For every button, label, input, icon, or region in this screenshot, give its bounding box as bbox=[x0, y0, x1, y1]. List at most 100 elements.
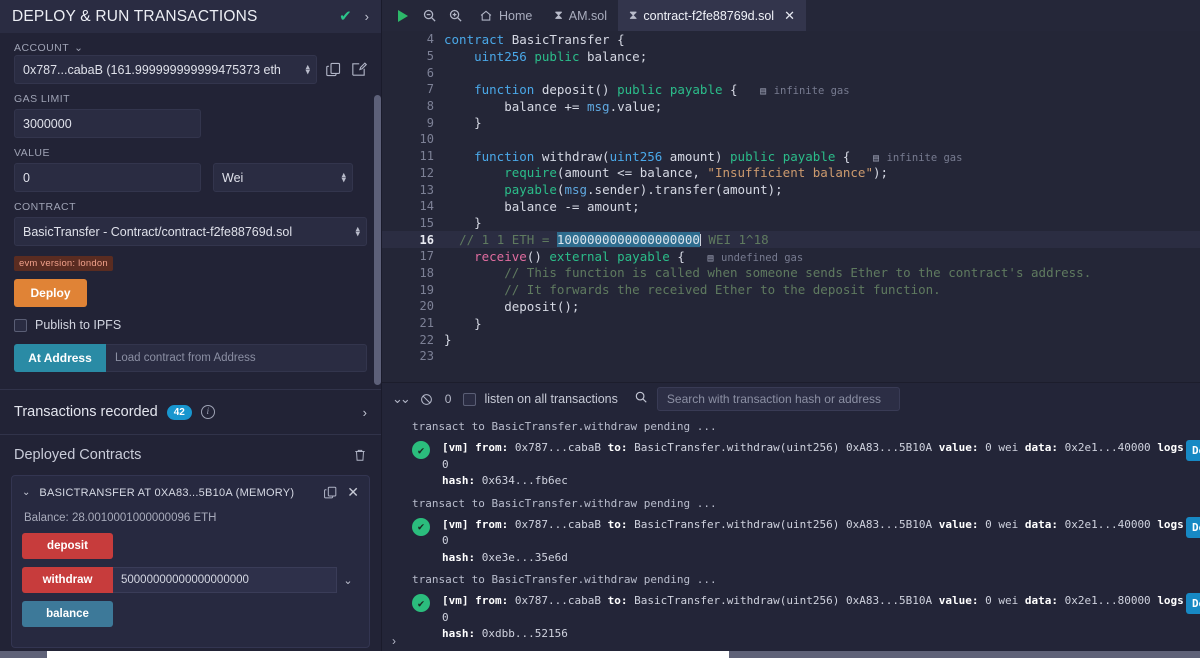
listen-all-transactions-row[interactable]: listen on all transactions bbox=[463, 392, 618, 406]
zoom-in-icon[interactable] bbox=[442, 0, 468, 31]
line-number: 6 bbox=[426, 65, 434, 80]
stepper-icon: ▴ ▾ bbox=[341, 168, 346, 185]
line-number: 20 bbox=[419, 299, 434, 314]
transaction-details: [vm] from: 0x787...cabaB to: BasicTransf… bbox=[442, 517, 1191, 564]
pending-count: 0 bbox=[444, 392, 452, 406]
value-unit-select[interactable]: Wei bbox=[213, 163, 353, 192]
code-editor[interactable]: 4 contract BasicTransfer {5 uint256 publi… bbox=[382, 31, 1200, 382]
clear-console-icon[interactable] bbox=[420, 393, 433, 406]
terminal-search-input[interactable]: Search with transaction hash or address bbox=[656, 387, 900, 411]
code-line[interactable]: 8 balance += msg.value; bbox=[382, 98, 1200, 115]
line-number: 16 bbox=[419, 232, 434, 247]
copy-icon[interactable] bbox=[325, 61, 342, 78]
code-text: deposit(); bbox=[444, 298, 580, 314]
code-line[interactable]: 18 // This function is called when someo… bbox=[382, 265, 1200, 282]
close-icon[interactable]: ✕ bbox=[784, 8, 795, 24]
chevron-right-icon[interactable]: › bbox=[365, 10, 369, 23]
contract-select[interactable]: BasicTransfer - Contract/contract-f2fe88… bbox=[14, 217, 367, 246]
value-input[interactable]: 0 bbox=[14, 163, 201, 192]
solidity-icon: ⧗ bbox=[628, 8, 638, 22]
info-icon[interactable]: i bbox=[200, 405, 215, 419]
code-line[interactable]: 17 receive() external payable { ▤ undefi… bbox=[382, 248, 1200, 265]
zoom-out-icon[interactable] bbox=[416, 0, 442, 31]
copy-icon[interactable] bbox=[323, 485, 338, 500]
code-line[interactable]: 23 bbox=[382, 348, 1200, 365]
code-line[interactable]: 12 require(amount <= balance, "Insuffici… bbox=[382, 165, 1200, 182]
terminal-log-line: transact to BasicTransfer.withdraw pendi… bbox=[412, 420, 717, 433]
publish-ipfs-row[interactable]: Publish to IPFS bbox=[14, 318, 367, 332]
chevron-down-icon[interactable]: ⌄ bbox=[22, 487, 30, 498]
code-line[interactable]: 10 bbox=[382, 131, 1200, 148]
publish-ipfs-checkbox[interactable] bbox=[14, 318, 27, 332]
code-line[interactable]: 22} bbox=[382, 331, 1200, 348]
panel-header: DEPLOY & RUN TRANSACTIONS ✔ › bbox=[0, 0, 381, 33]
at-address-button[interactable]: At Address bbox=[14, 344, 106, 372]
edit-icon[interactable] bbox=[350, 61, 367, 78]
horizontal-scrollbar-thumb[interactable] bbox=[47, 651, 729, 658]
code-line[interactable]: 16 // 1 1 ETH = 1000000000000000000 WEI … bbox=[382, 231, 1200, 248]
code-line[interactable]: 6 bbox=[382, 64, 1200, 81]
line-number: 7 bbox=[426, 82, 434, 97]
listen-all-checkbox[interactable] bbox=[463, 392, 477, 406]
contract-balance: Balance: 28.0010001000000096 ETH bbox=[24, 512, 217, 524]
code-line[interactable]: 4 contract BasicTransfer { bbox=[382, 31, 1200, 48]
deployed-contracts-label: Deployed Contracts bbox=[14, 447, 142, 463]
chevron-down-icon[interactable]: ⌄ bbox=[337, 567, 359, 593]
stepper-icon: ▴ ▾ bbox=[305, 60, 310, 77]
transactions-recorded-row[interactable]: Transactions recorded 42 i › bbox=[0, 390, 381, 434]
code-line[interactable]: 11 function withdraw(uint256 amount) pub… bbox=[382, 148, 1200, 165]
horizontal-scrollbar-track[interactable] bbox=[0, 651, 1200, 658]
at-address-input[interactable]: Load contract from Address bbox=[106, 344, 367, 372]
code-line[interactable]: 13 payable(msg.sender).transfer(amount); bbox=[382, 181, 1200, 198]
terminal-toolbar: ⌄⌄ 0 listen on all transactions Search w… bbox=[382, 383, 1200, 415]
tab-contract-sol[interactable]: ⧗ contract-f2fe88769d.sol ✕ bbox=[617, 0, 806, 31]
debug-button[interactable]: Debug bbox=[1186, 593, 1200, 614]
deposit-button[interactable]: deposit bbox=[22, 533, 113, 559]
code-text: balance -= amount; bbox=[444, 198, 640, 214]
deploy-button[interactable]: Deploy bbox=[14, 279, 87, 307]
code-line[interactable]: 20 deposit(); bbox=[382, 298, 1200, 315]
terminal-log[interactable]: transact to BasicTransfer.withdraw pendi… bbox=[382, 415, 1200, 658]
close-icon[interactable]: ✕ bbox=[347, 484, 359, 501]
account-select[interactable]: 0x787...cabaB (161.999999999999475373 et… bbox=[14, 55, 317, 84]
code-line[interactable]: 9 } bbox=[382, 114, 1200, 131]
tab-home[interactable]: Home bbox=[468, 0, 543, 31]
function-row-balance: balance bbox=[22, 601, 359, 627]
code-line[interactable]: 5 uint256 public balance; bbox=[382, 48, 1200, 65]
value-label: VALUE bbox=[14, 147, 50, 159]
code-text: } bbox=[444, 332, 452, 348]
code-line[interactable]: 15 } bbox=[382, 215, 1200, 232]
search-icon[interactable] bbox=[634, 390, 648, 409]
chevron-right-icon[interactable]: › bbox=[363, 406, 367, 419]
code-line[interactable]: 7 function deposit() public payable { ▤ … bbox=[382, 81, 1200, 98]
line-number: 18 bbox=[419, 265, 434, 280]
code-text: require(amount <= balance, "Insufficient… bbox=[504, 165, 889, 181]
code-text: uint256 public balance; bbox=[474, 48, 648, 64]
terminal-log-line: transact to BasicTransfer.withdraw pendi… bbox=[412, 573, 717, 586]
trash-icon[interactable] bbox=[353, 448, 367, 462]
code-line[interactable]: 19 // It forwards the received Ether to … bbox=[382, 281, 1200, 298]
check-icon[interactable]: ✔ bbox=[339, 9, 352, 24]
line-number: 22 bbox=[419, 332, 434, 347]
gas-limit-input[interactable]: 3000000 bbox=[14, 109, 201, 138]
tab-home-label: Home bbox=[499, 8, 533, 23]
terminal-transaction-entry[interactable]: ✔ [vm] from: 0x787...cabaB to: BasicTrans… bbox=[382, 513, 1200, 571]
withdraw-button[interactable]: withdraw bbox=[22, 567, 113, 593]
debug-button[interactable]: Debug bbox=[1186, 440, 1200, 461]
terminal-transaction-entry[interactable]: ✔ [vm] from: 0x787...cabaB to: BasicTrans… bbox=[382, 589, 1200, 647]
sidebar-scrollbar[interactable] bbox=[374, 95, 381, 385]
code-line[interactable]: 21 } bbox=[382, 315, 1200, 332]
line-number: 15 bbox=[419, 215, 434, 230]
code-line[interactable]: 14 balance -= amount; bbox=[382, 198, 1200, 215]
terminal-transaction-entry[interactable]: ✔ [vm] from: 0x787...cabaB to: BasicTrans… bbox=[382, 436, 1200, 494]
collapse-terminal-icon[interactable]: ⌄⌄ bbox=[392, 391, 411, 407]
withdraw-amount-input[interactable]: 50000000000000000000 bbox=[113, 567, 337, 593]
transactions-recorded-label: Transactions recorded bbox=[14, 404, 158, 420]
function-row-deposit: deposit bbox=[22, 533, 359, 559]
debug-button[interactable]: Debug bbox=[1186, 516, 1200, 538]
tab-am-sol[interactable]: ⧗ AM.sol bbox=[543, 0, 618, 31]
line-number: 9 bbox=[426, 115, 434, 130]
balance-button[interactable]: balance bbox=[22, 601, 113, 627]
run-icon[interactable] bbox=[390, 0, 416, 31]
account-label: ACCOUNT ⌄ bbox=[14, 42, 84, 54]
